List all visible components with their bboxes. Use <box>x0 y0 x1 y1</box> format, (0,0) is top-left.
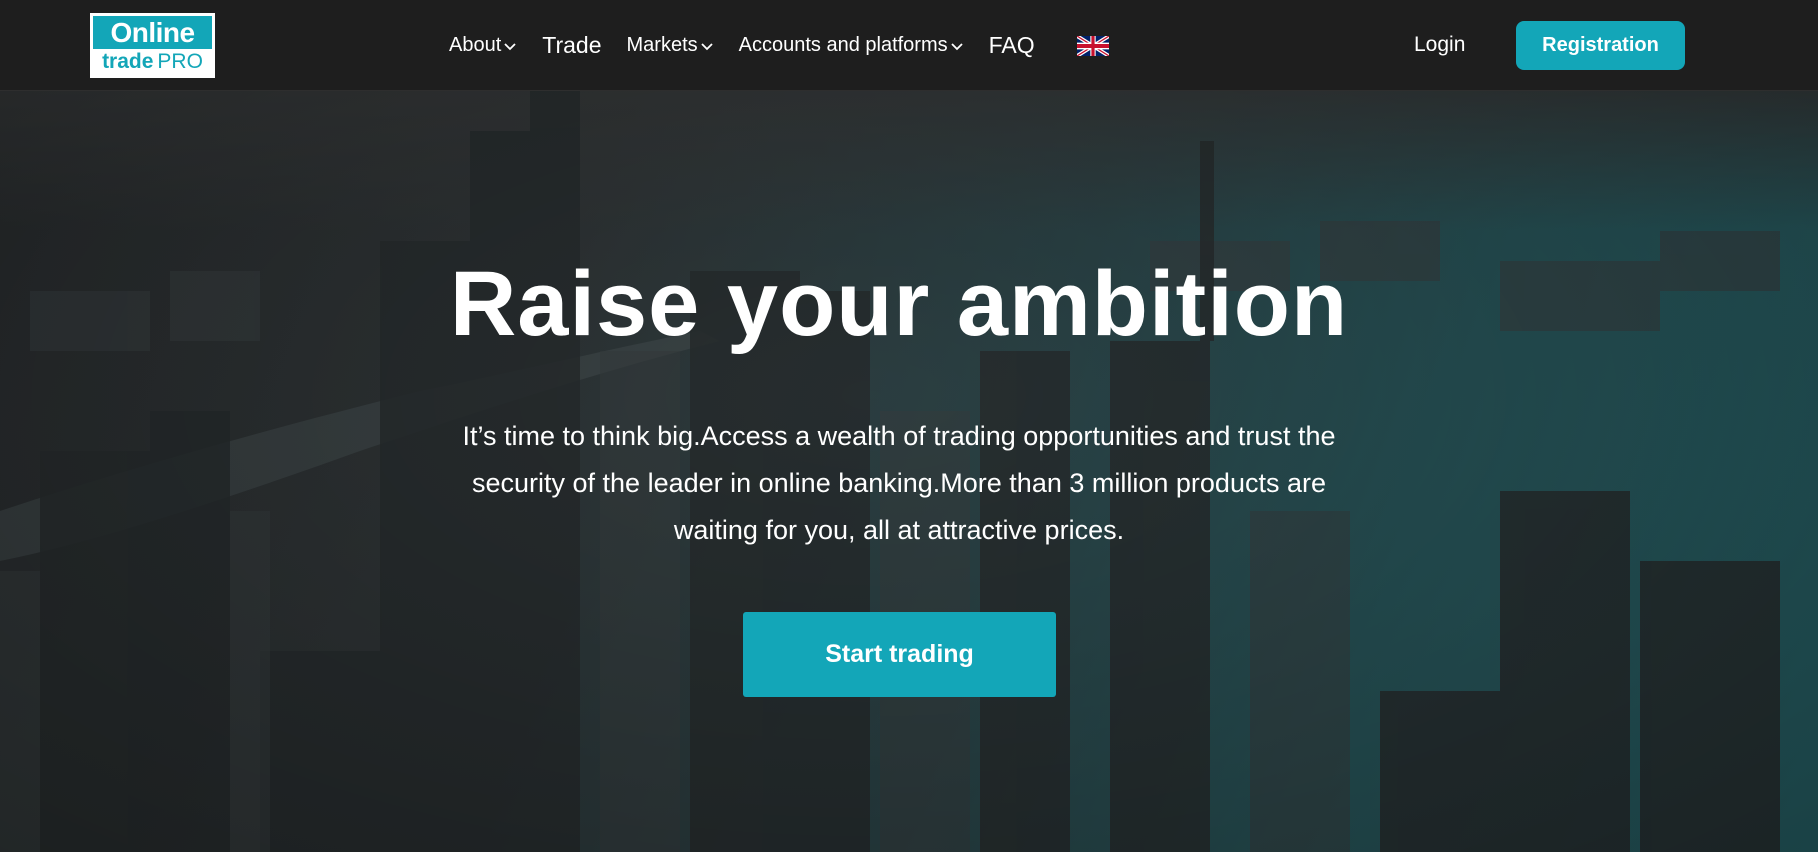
nav-item-trade-label: Trade <box>542 32 602 58</box>
nav-item-markets-label: Markets <box>626 34 698 56</box>
logo-text-trade: trade <box>102 50 154 73</box>
logo-text-trade-pro: trade PRO <box>93 49 212 75</box>
logo-text-online: Online <box>110 17 195 48</box>
login-link[interactable]: Login <box>1414 33 1465 57</box>
start-trading-button[interactable]: Start trading <box>743 612 1056 697</box>
hero-description: It’s time to think big.Access a wealth o… <box>409 413 1389 554</box>
nav-item-trade[interactable]: Trade <box>542 32 601 59</box>
hero-title: Raise your ambition <box>449 253 1349 355</box>
nav-item-accounts-label: Accounts and platforms <box>738 34 948 56</box>
main-nav: About Trade Markets Accounts and platfor… <box>449 0 1109 91</box>
chevron-down-icon <box>950 39 964 53</box>
nav-item-markets[interactable]: Markets <box>627 34 714 57</box>
registration-button[interactable]: Registration <box>1516 21 1685 70</box>
nav-item-about[interactable]: About <box>449 34 517 57</box>
nav-item-faq[interactable]: FAQ <box>989 32 1035 59</box>
nav-item-about-label: About <box>449 34 502 56</box>
chevron-down-icon <box>503 39 517 53</box>
hero-description-line: security of the leader in online banking… <box>472 468 1326 498</box>
hero-description-line: It’s time to think big.Access a wealth o… <box>462 421 1336 451</box>
uk-flag-icon[interactable] <box>1076 35 1109 56</box>
nav-item-accounts-and-platforms[interactable]: Accounts and platforms <box>739 34 964 57</box>
page: Online trade PRO About Trade Markets Acco… <box>0 0 1818 852</box>
hero-description-line: waiting for you, all at attractive price… <box>673 515 1125 545</box>
hero-section: Raise your ambition It’s time to think b… <box>0 91 1818 852</box>
logo-text-pro: PRO <box>157 50 203 73</box>
top-navigation-bar: Online trade PRO About Trade Markets Acco… <box>0 0 1818 91</box>
site-logo[interactable]: Online trade PRO <box>90 13 215 78</box>
chevron-down-icon <box>700 39 714 53</box>
nav-item-faq-label: FAQ <box>988 32 1035 58</box>
